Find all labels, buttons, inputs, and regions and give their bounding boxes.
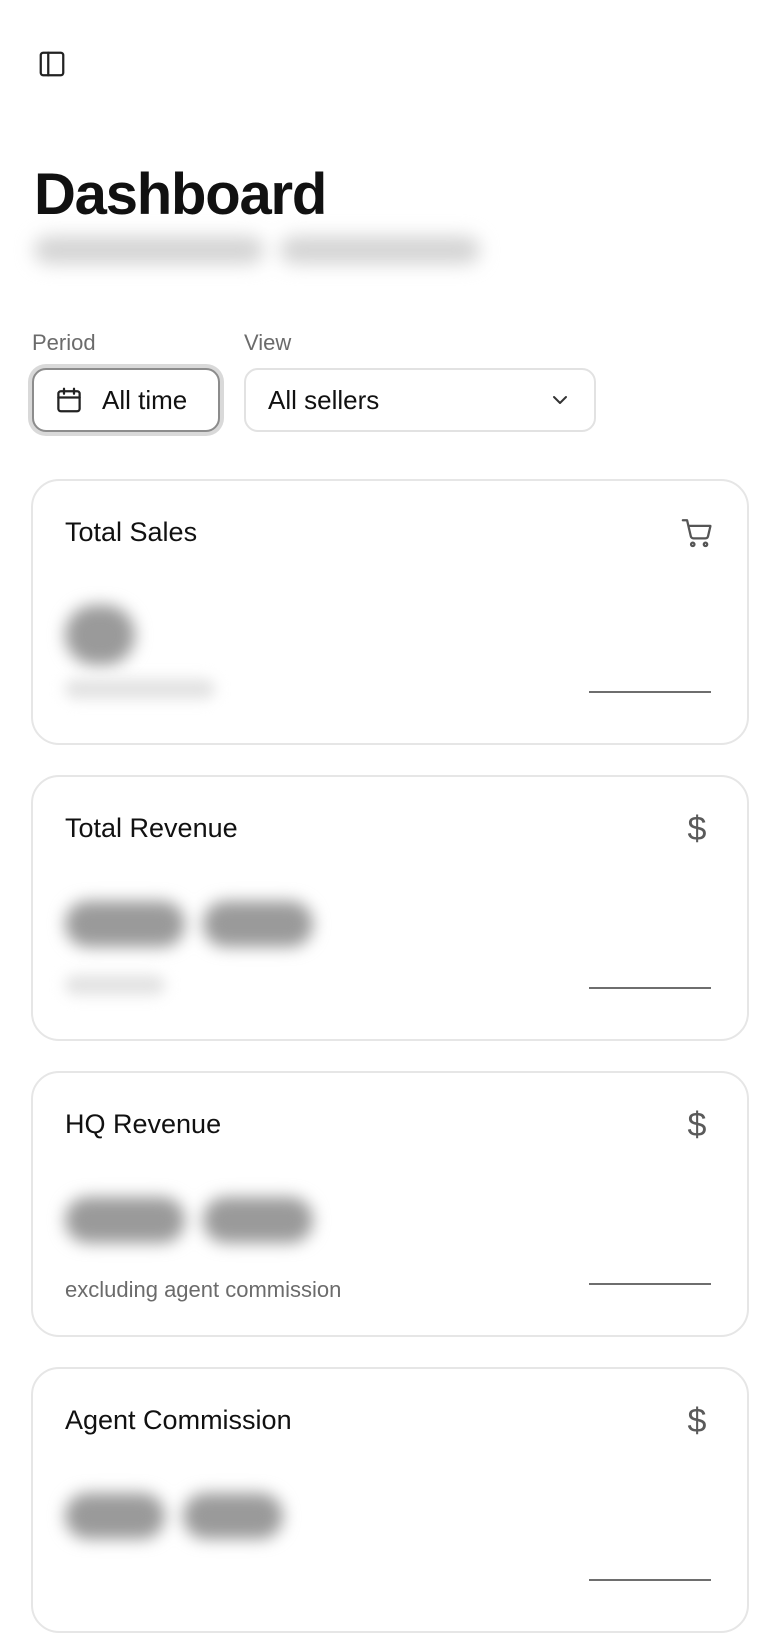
card-trend-line <box>589 1579 711 1581</box>
card-value-redacted <box>65 605 135 665</box>
card-value-redacted <box>65 901 313 947</box>
view-value: All sellers <box>268 384 380 415</box>
card-title: Total Revenue <box>65 813 238 843</box>
period-value: All time <box>102 384 188 415</box>
sidebar-toggle-button[interactable] <box>36 48 68 80</box>
cart-icon <box>679 515 715 551</box>
stat-card-total-sales: Total Sales <box>31 479 749 745</box>
stat-card-agent-commission: Agent Commission $ <box>31 1367 749 1633</box>
dollar-icon: $ <box>687 810 707 848</box>
card-title: Total Sales <box>65 517 198 547</box>
page-subtitle-redacted <box>34 236 484 268</box>
card-value-redacted <box>65 1493 283 1539</box>
stat-card-hq-revenue: HQ Revenue $ excluding agent commission <box>31 1071 749 1337</box>
view-label: View <box>244 330 292 355</box>
card-value-redacted <box>65 1197 313 1243</box>
card-note: excluding agent commission <box>65 1277 342 1302</box>
dollar-icon: $ <box>687 1402 707 1440</box>
calendar-icon <box>57 387 81 413</box>
card-subtext-redacted <box>65 679 215 699</box>
card-title: HQ Revenue <box>65 1109 222 1139</box>
card-subtext-redacted <box>65 975 165 995</box>
chevron-down-icon <box>553 396 567 404</box>
sidebar-panel-icon <box>39 51 65 77</box>
card-trend-line <box>589 691 711 693</box>
period-label: Period <box>32 330 96 355</box>
view-select[interactable]: All sellers <box>244 368 596 432</box>
card-title: Agent Commission <box>65 1405 292 1435</box>
dollar-icon: $ <box>687 1106 707 1144</box>
period-picker-button[interactable]: All time <box>32 368 220 432</box>
page-title: Dashboard <box>34 162 327 227</box>
card-trend-line <box>589 987 711 989</box>
stat-card-total-revenue: Total Revenue $ <box>31 775 749 1041</box>
card-trend-line <box>589 1283 711 1285</box>
